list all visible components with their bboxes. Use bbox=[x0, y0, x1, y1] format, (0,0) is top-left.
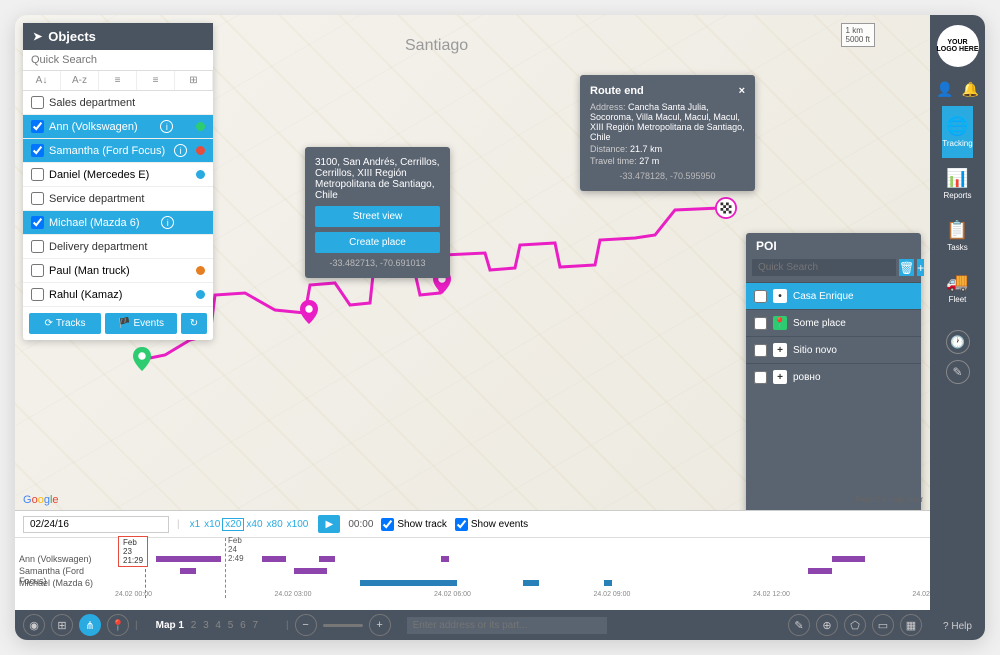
map-tab-6[interactable]: 6 bbox=[238, 620, 248, 631]
map-tab-3[interactable]: 3 bbox=[201, 620, 211, 631]
nav-fleet[interactable]: 🚚Fleet bbox=[942, 262, 972, 314]
objects-toolbar: A↓ A-z ≡ ≡ ⊞ bbox=[23, 71, 213, 91]
timeline-panel: | x1x10x20x40x80x100 ▶ 00:00 Show track … bbox=[15, 510, 930, 610]
bb-tool-1[interactable]: ✎ bbox=[788, 614, 810, 636]
object-group[interactable]: Sales department bbox=[23, 91, 213, 115]
city-label: Santiago bbox=[405, 37, 468, 55]
speed-x100[interactable]: x100 bbox=[285, 519, 311, 530]
tooltip-address: 3100, San Andrés, Cerrillos, Cerrillos, … bbox=[315, 157, 440, 201]
refresh-button[interactable]: ↻ bbox=[181, 313, 207, 334]
alpha-button[interactable]: A-z bbox=[61, 71, 99, 90]
poi-item[interactable]: 📍 Some place bbox=[746, 309, 921, 336]
object-group[interactable]: Service department bbox=[23, 187, 213, 211]
map-scale: 1 km 5000 ft bbox=[841, 23, 875, 47]
flag-icon: 🏴 bbox=[118, 318, 130, 329]
object-group[interactable]: Delivery department bbox=[23, 235, 213, 259]
address-search-input[interactable] bbox=[407, 617, 607, 634]
bb-icon-2[interactable]: ⊞ bbox=[51, 614, 73, 636]
nav-tasks[interactable]: 📋Tasks bbox=[942, 210, 972, 262]
object-item[interactable]: Paul (Man truck) bbox=[23, 259, 213, 283]
object-item[interactable]: Michael (Mazda 6)i bbox=[23, 211, 213, 235]
poi-delete-button[interactable]: 🗑 bbox=[899, 259, 914, 276]
nav-reports[interactable]: 📊Reports bbox=[942, 158, 972, 210]
bottom-bar: ◉ ⊞ ⋔ 📍 | Map 1 2 3 4 5 6 7 | − + ✎ ⊕ ⬠ … bbox=[15, 610, 930, 640]
object-item[interactable]: Rahul (Kamaz) bbox=[23, 283, 213, 307]
play-button[interactable]: ▶ bbox=[318, 515, 340, 533]
edit-icon[interactable]: ✎ bbox=[946, 360, 970, 384]
route-end-title: Route end bbox=[590, 85, 644, 97]
poi-title: POI bbox=[746, 233, 921, 259]
google-logo: Google bbox=[23, 494, 59, 506]
map-tab-5[interactable]: 5 bbox=[226, 620, 236, 631]
bb-tool-5[interactable]: ▦ bbox=[900, 614, 922, 636]
help-link[interactable]: ? Help bbox=[943, 613, 972, 640]
arrow-icon: ➤ bbox=[33, 30, 42, 43]
show-track-checkbox[interactable]: Show track bbox=[381, 518, 446, 531]
speed-x20[interactable]: x20 bbox=[222, 518, 244, 531]
show-events-checkbox[interactable]: Show events bbox=[455, 518, 528, 531]
timeline-track-label: Michael (Mazda 6) bbox=[19, 578, 109, 590]
zoom-out-button[interactable]: − bbox=[295, 614, 317, 636]
bell-icon[interactable]: 🔔 bbox=[962, 81, 979, 98]
timeline-track-label: Ann (Volkswagen) bbox=[19, 554, 109, 566]
close-icon[interactable]: × bbox=[739, 85, 745, 97]
speed-x1[interactable]: x1 bbox=[188, 519, 203, 530]
grid-button[interactable]: ⊞ bbox=[175, 71, 213, 90]
address-tooltip: 3100, San Andrés, Cerrillos, Cerrillos, … bbox=[305, 147, 450, 278]
tracks-button[interactable]: ⟳Tracks bbox=[29, 313, 101, 334]
speed-x40[interactable]: x40 bbox=[244, 519, 264, 530]
route-end-tooltip: Route end× Address: Cancha Santa Julia, … bbox=[580, 75, 755, 191]
route-end-marker[interactable] bbox=[715, 197, 737, 219]
route-marker-1[interactable] bbox=[300, 300, 318, 324]
create-place-button[interactable]: Create place bbox=[315, 232, 440, 253]
route-coords: -33.478128, -70.595950 bbox=[590, 171, 745, 181]
tooltip-coords: -33.482713, -70.691013 bbox=[315, 258, 440, 268]
route-start-marker[interactable] bbox=[133, 347, 151, 371]
poi-add-button[interactable]: + bbox=[917, 259, 924, 276]
map-tab-1[interactable]: Map 1 bbox=[154, 620, 186, 631]
timeline-date-input[interactable] bbox=[23, 516, 169, 533]
poi-search-input[interactable] bbox=[752, 259, 896, 276]
bb-icon-1[interactable]: ◉ bbox=[23, 614, 45, 636]
tracks-icon: ⟳ bbox=[44, 318, 52, 329]
poi-item[interactable]: • Casa Enrique bbox=[746, 282, 921, 309]
speed-x10[interactable]: x10 bbox=[202, 519, 222, 530]
map-tab-4[interactable]: 4 bbox=[213, 620, 223, 631]
map-report-link[interactable]: Report a map error bbox=[855, 495, 923, 504]
events-button[interactable]: 🏴Events bbox=[105, 313, 177, 334]
clock-icon[interactable]: 🕐 bbox=[946, 330, 970, 354]
poi-item[interactable]: + ровно bbox=[746, 363, 921, 390]
object-item[interactable]: Daniel (Mercedes E) bbox=[23, 163, 213, 187]
bb-tool-4[interactable]: ▭ bbox=[872, 614, 894, 636]
timeline-track-label: Samantha (Ford Focus) bbox=[19, 566, 109, 578]
objects-search-input[interactable] bbox=[23, 50, 213, 71]
right-sidebar: YOUR LOGO HERE 👤 🔔 🌐Tracking📊Reports📋Tas… bbox=[930, 15, 985, 640]
nav-tracking[interactable]: 🌐Tracking bbox=[942, 106, 972, 158]
list-button[interactable]: ≡ bbox=[99, 71, 137, 90]
bb-icon-pin[interactable]: 📍 bbox=[107, 614, 129, 636]
poi-item[interactable]: + Sitio novo bbox=[746, 336, 921, 363]
zoom-in-button[interactable]: + bbox=[369, 614, 391, 636]
user-icon[interactable]: 👤 bbox=[936, 81, 953, 98]
logo[interactable]: YOUR LOGO HERE bbox=[937, 25, 979, 67]
sort-button[interactable]: A↓ bbox=[23, 71, 61, 90]
object-item[interactable]: Samantha (Ford Focus)i bbox=[23, 139, 213, 163]
help-icon: ? bbox=[943, 621, 949, 632]
objects-panel: ➤ Objects A↓ A-z ≡ ≡ ⊞ Sales department … bbox=[23, 23, 213, 340]
timeline-tracks[interactable]: Ann (Volkswagen)Samantha (Ford Focus)Mic… bbox=[15, 538, 930, 598]
street-view-button[interactable]: Street view bbox=[315, 206, 440, 227]
timeline-clock: 00:00 bbox=[348, 519, 373, 530]
map-tab-7[interactable]: 7 bbox=[250, 620, 260, 631]
bb-icon-share[interactable]: ⋔ bbox=[79, 614, 101, 636]
objects-header: ➤ Objects bbox=[23, 23, 213, 50]
speed-x80[interactable]: x80 bbox=[265, 519, 285, 530]
map-tab-2[interactable]: 2 bbox=[189, 620, 199, 631]
bb-tool-2[interactable]: ⊕ bbox=[816, 614, 838, 636]
objects-title: Objects bbox=[48, 29, 96, 44]
zoom-slider[interactable] bbox=[323, 624, 363, 627]
list2-button[interactable]: ≡ bbox=[137, 71, 175, 90]
object-item[interactable]: Ann (Volkswagen)i bbox=[23, 115, 213, 139]
bb-tool-3[interactable]: ⬠ bbox=[844, 614, 866, 636]
